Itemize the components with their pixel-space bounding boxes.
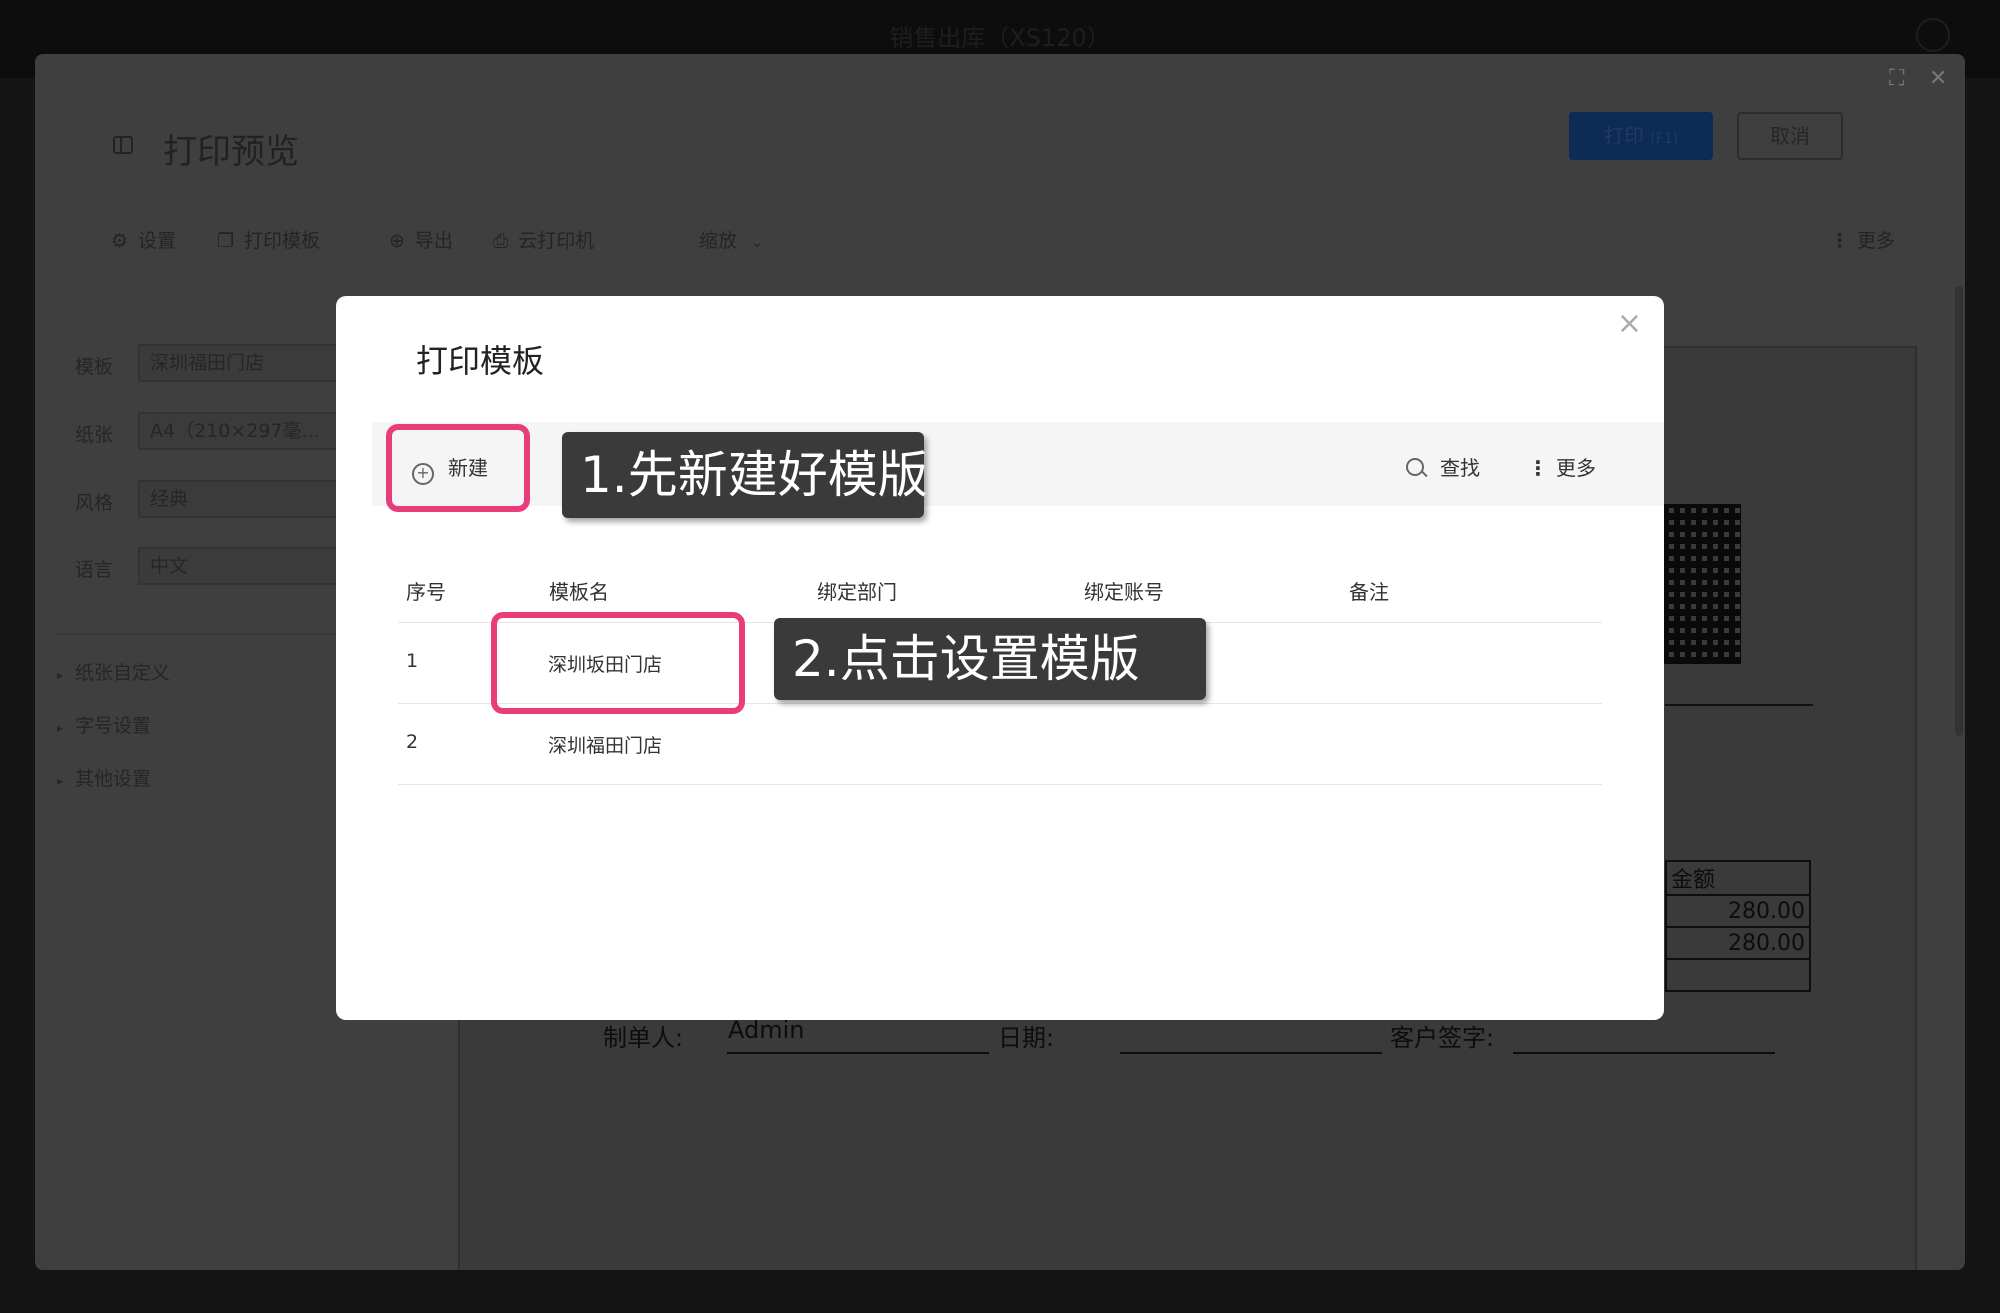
row-number: 1: [406, 650, 419, 672]
signature-label: 客户签字:: [1390, 1024, 1495, 1052]
search-label: 查找: [1440, 456, 1480, 480]
amount-table: 金额 280.00 280.00: [1665, 860, 1811, 992]
settings-label: 设置: [138, 230, 177, 252]
amount-cell: 280.00: [1665, 894, 1811, 928]
column-header: 绑定账号: [1084, 580, 1164, 604]
print-template-button[interactable]: ❐ 打印模板: [217, 226, 320, 253]
amount-cell: 280.00: [1665, 926, 1811, 960]
kebab-icon: ⋮: [1830, 230, 1849, 252]
fullscreen-icon[interactable]: ⛶: [1889, 66, 1904, 91]
caret-right-icon: ▸: [57, 668, 64, 682]
callout-step-1: 1.先新建好模版: [562, 432, 928, 518]
section-other[interactable]: ▸ 其他设置: [57, 764, 151, 791]
more-label: 更多: [1857, 230, 1896, 252]
more-button[interactable]: ⋮ 更多: [1830, 226, 1895, 253]
print-button-label: 打印: [1603, 124, 1644, 148]
upload-icon: ⊕: [389, 230, 405, 252]
print-template-label: 打印模板: [244, 230, 321, 252]
language-label: 语言: [75, 559, 114, 581]
caret-right-icon: ▸: [57, 774, 64, 788]
zoom-label: 缩放: [699, 230, 738, 252]
qr-code: [1663, 504, 1741, 664]
cancel-button[interactable]: 取消: [1737, 112, 1843, 160]
copy-icon: ❐: [217, 230, 235, 252]
highlight-template-row: [491, 612, 745, 714]
date-underline: [1120, 1052, 1382, 1054]
highlight-new-button: [386, 424, 530, 512]
preview-rule: [1665, 704, 1813, 706]
sidebar-toggle-icon[interactable]: [113, 136, 133, 154]
search-button[interactable]: 查找: [1406, 452, 1480, 481]
page-title: 打印预览: [163, 132, 299, 172]
print-button[interactable]: 打印 (F1): [1569, 112, 1713, 160]
template-label: 模板: [75, 356, 114, 378]
section-label: 纸张自定义: [75, 662, 171, 684]
signature-underline: [1513, 1052, 1775, 1054]
preview-scrollbar[interactable]: [1955, 286, 1963, 736]
section-paper-custom[interactable]: ▸ 纸张自定义: [57, 658, 170, 685]
template-name-link[interactable]: 深圳福田门店: [548, 731, 662, 758]
cloud-printer-button[interactable]: ⎙ 云打印机: [493, 226, 594, 253]
export-label: 导出: [414, 230, 453, 252]
column-header: 绑定部门: [817, 580, 897, 604]
close-icon[interactable]: ×: [1617, 306, 1642, 341]
cloud-printer-label: 云打印机: [518, 230, 595, 252]
zoom-dropdown[interactable]: 缩放 ⌄: [699, 226, 763, 253]
dialog-title: 打印模板: [416, 342, 545, 380]
printer-icon: ⎙: [493, 230, 509, 252]
maker-label: 制单人:: [603, 1024, 684, 1052]
gear-icon: ⚙: [111, 230, 129, 252]
more-label: 更多: [1556, 456, 1596, 480]
maker-underline: [727, 1052, 989, 1054]
column-header: 模板名: [549, 580, 609, 604]
section-font-size[interactable]: ▸ 字号设置: [57, 711, 151, 738]
section-label: 字号设置: [75, 715, 152, 737]
caret-right-icon: ▸: [57, 721, 64, 735]
print-template-dialog: 打印模板 × + 新建 1.先新建好模版 查找 ⋮ 更多 序号 模板名 绑定部门 绑…: [336, 296, 1664, 1020]
sidebar-divider: [57, 634, 367, 635]
settings-button[interactable]: ⚙ 设置: [111, 226, 176, 253]
amount-header: 金额: [1665, 860, 1811, 896]
kebab-icon: ⋮: [1528, 456, 1548, 480]
paper-label: 纸张: [75, 424, 114, 446]
section-label: 其他设置: [75, 768, 152, 790]
search-icon: [1406, 458, 1424, 476]
maker-value: Admin: [728, 1016, 805, 1044]
column-header: 备注: [1349, 580, 1389, 604]
export-button[interactable]: ⊕ 导出: [389, 226, 453, 253]
callout-step-2: 2.点击设置模版: [774, 618, 1206, 700]
style-label: 风格: [75, 492, 114, 514]
row-divider: [398, 784, 1602, 785]
dialog-more-button[interactable]: ⋮ 更多: [1528, 452, 1596, 481]
print-shortcut: (F1): [1650, 131, 1679, 147]
date-label: 日期:: [998, 1024, 1055, 1052]
column-header: 序号: [406, 580, 446, 604]
window-title: 销售出库（XS120）: [889, 24, 1111, 52]
chevron-down-icon: ⌄: [751, 235, 763, 251]
window-close-icon[interactable]: ✕: [1929, 66, 1947, 91]
user-icon[interactable]: [1916, 18, 1950, 52]
row-number: 2: [406, 731, 419, 753]
amount-cell: [1665, 958, 1811, 992]
